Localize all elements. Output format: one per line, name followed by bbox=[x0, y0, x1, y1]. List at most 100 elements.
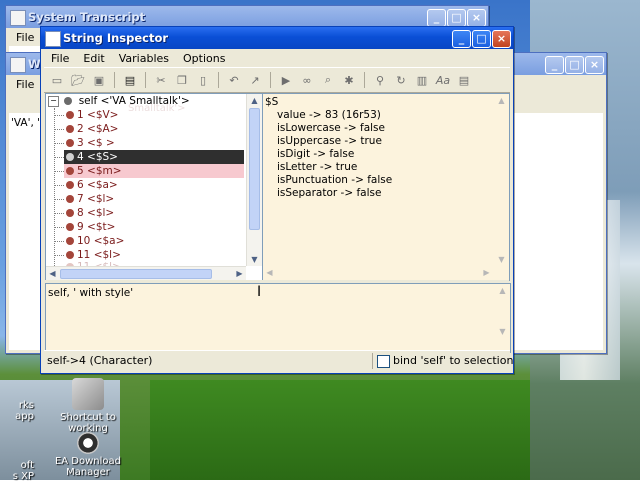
tree-row[interactable]: 10 <$a> bbox=[66, 234, 240, 248]
tree-vertical-scrollbar[interactable]: ▲ ▼ bbox=[246, 94, 262, 266]
string-inspector-window[interactable]: String Inspector _ □ × File Edit Variabl… bbox=[40, 26, 514, 374]
desktop-icon-partial-left-2[interactable]: oft s XP bbox=[0, 460, 42, 482]
desktop-icon-partial-left-1[interactable]: rks app bbox=[0, 400, 42, 422]
scroll-left-arrow-icon[interactable]: ◀ bbox=[46, 267, 59, 280]
variables-tree[interactable]: − self <'VA Smalltalk'> Smalltalk'> 1 <$… bbox=[45, 93, 263, 281]
minimize-button[interactable]: _ bbox=[452, 30, 471, 48]
workspace-window-icon bbox=[10, 57, 26, 73]
tree-row[interactable]: 8 <$l> bbox=[66, 206, 240, 220]
eval-vertical-scrollbar[interactable]: ▲ ▼ bbox=[495, 284, 510, 338]
desktop-partial-text: app bbox=[15, 411, 34, 422]
scroll-up-arrow-icon[interactable]: ▲ bbox=[495, 94, 508, 107]
scroll-left-arrow-icon[interactable]: ◀ bbox=[263, 266, 276, 279]
bind-self-label[interactable]: bind 'self' to selection bbox=[393, 354, 513, 367]
scroll-right-arrow-icon[interactable]: ▶ bbox=[480, 266, 493, 279]
status-bar: self->4 (Character) bind 'self' to selec… bbox=[44, 350, 513, 371]
variable-node-icon bbox=[66, 195, 74, 203]
inspector-titlebar[interactable]: String Inspector _ □ × bbox=[41, 27, 513, 49]
tree-row[interactable]: 9 <$t> bbox=[66, 220, 240, 234]
scroll-up-arrow-icon[interactable]: ▲ bbox=[496, 284, 509, 297]
refresh-icon[interactable]: ↻ bbox=[392, 71, 410, 89]
tree-row[interactable]: 3 <$ > bbox=[66, 136, 240, 150]
tree-row[interactable]: 1 <$V> bbox=[66, 108, 240, 122]
variable-node-icon bbox=[66, 139, 74, 147]
undo-icon[interactable]: ↶ bbox=[225, 71, 243, 89]
transcript-titlebar[interactable]: System Transcript _ □ × bbox=[6, 6, 488, 28]
copy-icon[interactable]: ❐ bbox=[173, 71, 191, 89]
desktop-icon-shortcut-working[interactable]: Shortcut to working bbox=[52, 378, 124, 434]
scroll-up-arrow-icon[interactable]: ▲ bbox=[248, 94, 261, 107]
scroll-right-arrow-icon[interactable]: ▶ bbox=[233, 267, 246, 280]
desktop-icon-label-1: EA Download bbox=[54, 456, 122, 467]
shortcut-icon bbox=[72, 378, 104, 410]
value-vertical-scrollbar[interactable]: ▲ ▼ bbox=[494, 94, 509, 266]
tree-connector bbox=[54, 129, 64, 130]
transcript-window-icon bbox=[10, 10, 26, 26]
paste-icon[interactable]: ▯ bbox=[194, 71, 212, 89]
search-icon[interactable]: ⌕ bbox=[319, 71, 337, 89]
menu-file[interactable]: File bbox=[9, 31, 41, 44]
maximize-button[interactable]: □ bbox=[447, 9, 466, 27]
menu-file[interactable]: File bbox=[9, 78, 41, 91]
tree-row-label: 6 <$a> bbox=[77, 179, 118, 191]
menu-variables[interactable]: Variables bbox=[112, 52, 176, 65]
value-line: isLetter -> true bbox=[277, 161, 358, 173]
cut-icon[interactable]: ✂ bbox=[152, 71, 170, 89]
tree-row-label: 4 <$S> bbox=[77, 151, 118, 163]
execute-icon[interactable]: ↗ bbox=[246, 71, 264, 89]
inspect-icon[interactable]: ∞ bbox=[298, 71, 316, 89]
properties-icon[interactable]: ▤ bbox=[455, 71, 473, 89]
close-button[interactable]: × bbox=[492, 30, 511, 48]
value-pane[interactable]: $S value -> 83 (16r53) isLowercase -> fa… bbox=[262, 93, 510, 281]
bind-self-checkbox[interactable] bbox=[377, 355, 390, 368]
tree-horizontal-scrollbar[interactable]: ◀ ▶ bbox=[46, 266, 246, 280]
print-icon[interactable]: ▤ bbox=[121, 71, 139, 89]
tree-row-label: 5 <$m> bbox=[77, 165, 122, 177]
scroll-down-arrow-icon[interactable]: ▼ bbox=[495, 253, 508, 266]
maximize-button[interactable]: □ bbox=[565, 56, 584, 74]
tree-row-highlighted[interactable]: 5 <$m> bbox=[64, 164, 244, 178]
toolbar-separator bbox=[114, 72, 115, 88]
variable-node-icon bbox=[66, 153, 74, 161]
debug-icon[interactable]: ✱ bbox=[340, 71, 358, 89]
value-line: isUppercase -> true bbox=[277, 135, 382, 147]
tree-row[interactable]: 6 <$a> bbox=[66, 178, 240, 192]
scroll-thumb[interactable] bbox=[60, 269, 212, 279]
font-icon[interactable]: Aa bbox=[434, 71, 452, 89]
run-icon[interactable]: ▶ bbox=[277, 71, 295, 89]
scroll-down-arrow-icon[interactable]: ▼ bbox=[496, 325, 509, 338]
scroll-down-arrow-icon[interactable]: ▼ bbox=[248, 253, 261, 266]
tree-row-label: 9 <$t> bbox=[77, 221, 116, 233]
desktop-icon-ea-download[interactable]: EA Download Manager bbox=[52, 432, 124, 478]
value-horizontal-scrollbar[interactable]: ◀ ▶ bbox=[263, 266, 493, 280]
column-icon[interactable]: ▥ bbox=[413, 71, 431, 89]
collapse-icon[interactable]: − bbox=[48, 95, 59, 107]
menu-options[interactable]: Options bbox=[176, 52, 232, 65]
close-button[interactable]: × bbox=[467, 9, 486, 27]
open-icon[interactable]: 📂︎ bbox=[69, 71, 87, 89]
hierarchy-icon[interactable]: ⚲ bbox=[371, 71, 389, 89]
desktop-icon-label-1: Shortcut to bbox=[60, 412, 116, 423]
workspace-text: 'VA', ' bbox=[11, 117, 41, 129]
menu-file[interactable]: File bbox=[44, 52, 76, 65]
desktop-partial-text: rks bbox=[18, 400, 34, 411]
transcript-title: System Transcript bbox=[28, 10, 146, 24]
scroll-thumb[interactable] bbox=[249, 108, 260, 230]
tree-row[interactable]: 7 <$l> bbox=[66, 192, 240, 206]
status-text: self->4 (Character) bbox=[47, 354, 153, 367]
new-icon[interactable]: ▭ bbox=[48, 71, 66, 89]
desktop-partial-text: oft bbox=[20, 460, 34, 471]
maximize-button[interactable]: □ bbox=[472, 30, 491, 48]
minimize-button[interactable]: _ bbox=[427, 9, 446, 27]
toolbar-separator bbox=[218, 72, 219, 88]
evaluation-pane[interactable]: self, ' with style' I ▲ ▼ bbox=[45, 283, 511, 353]
close-button[interactable]: × bbox=[585, 56, 604, 74]
tree-row-selected[interactable]: 4 <$S> bbox=[64, 150, 244, 164]
object-node-icon bbox=[64, 97, 73, 105]
save-icon[interactable]: ▣ bbox=[90, 71, 108, 89]
text-cursor-icon: I bbox=[257, 284, 262, 300]
variable-node-icon bbox=[66, 223, 74, 231]
tree-row[interactable]: 2 <$A> bbox=[66, 122, 240, 136]
menu-edit[interactable]: Edit bbox=[76, 52, 111, 65]
minimize-button[interactable]: _ bbox=[545, 56, 564, 74]
